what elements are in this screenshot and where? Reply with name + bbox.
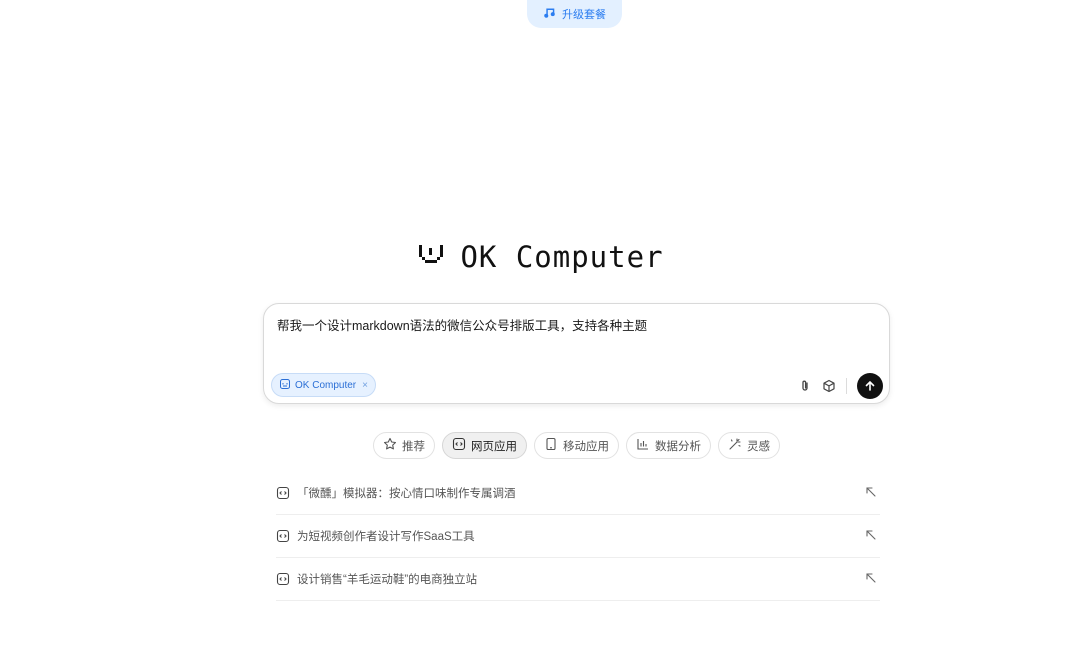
paperclip-icon[interactable] xyxy=(798,379,812,393)
prompt-input[interactable]: 帮我一个设计markdown语法的微信公众号排版工具，支持各种主题 xyxy=(277,315,647,334)
hero-logo: OK Computer xyxy=(0,237,1080,277)
suggestion-text: 「微醺」模拟器：按心情口味制作专属调酒 xyxy=(297,488,516,500)
suggestion-list: 「微醺」模拟器：按心情口味制作专属调酒 为短视频创作者设计写作SaaS工具 设计… xyxy=(276,472,880,601)
tab-mobile-app[interactable]: 移动应用 xyxy=(534,432,619,459)
code-window-icon xyxy=(276,486,290,500)
composer-tools xyxy=(798,373,883,399)
smiley-face-icon xyxy=(416,241,446,273)
divider xyxy=(846,378,847,394)
tab-label: 网页应用 xyxy=(471,440,517,453)
list-item[interactable]: 为短视频创作者设计写作SaaS工具 xyxy=(276,515,880,558)
tab-data-analysis[interactable]: 数据分析 xyxy=(626,432,711,459)
music-note-icon xyxy=(543,6,556,22)
code-window-icon xyxy=(276,572,290,586)
list-item[interactable]: 「微醺」模拟器：按心情口味制作专属调酒 xyxy=(276,472,880,515)
cube-icon[interactable] xyxy=(822,379,836,393)
suggestion-text: 设计销售“羊毛运动鞋”的电商独立站 xyxy=(297,574,478,586)
code-window-icon xyxy=(452,437,466,454)
magic-wand-icon xyxy=(728,437,742,454)
phone-icon xyxy=(544,437,558,454)
mode-chip-label: OK Computer xyxy=(295,379,357,391)
tab-label: 移动应用 xyxy=(563,440,609,453)
suggestion-text: 为短视频创作者设计写作SaaS工具 xyxy=(297,531,475,543)
arrow-up-left-icon[interactable] xyxy=(865,486,877,498)
tab-label: 推荐 xyxy=(402,440,425,453)
star-icon xyxy=(383,437,397,454)
arrow-up-icon xyxy=(865,380,875,391)
list-item[interactable]: 设计销售“羊毛运动鞋”的电商独立站 xyxy=(276,558,880,601)
prompt-composer[interactable]: 帮我一个设计markdown语法的微信公众号排版工具，支持各种主题 OK Com… xyxy=(263,303,890,404)
ok-computer-icon xyxy=(279,378,291,393)
code-window-icon xyxy=(276,529,290,543)
tab-inspiration[interactable]: 灵感 xyxy=(718,432,780,459)
close-icon[interactable]: × xyxy=(362,380,368,391)
upgrade-plan-button[interactable]: 升级套餐 xyxy=(527,0,622,28)
tab-web-app[interactable]: 网页应用 xyxy=(442,432,527,459)
bar-chart-icon xyxy=(636,437,650,454)
upgrade-plan-label: 升级套餐 xyxy=(562,8,606,21)
mode-chip[interactable]: OK Computer × xyxy=(271,373,376,397)
tab-label: 数据分析 xyxy=(655,440,701,453)
tab-recommend[interactable]: 推荐 xyxy=(373,432,435,459)
category-tabs: 推荐 网页应用 移动应用 数据分析 灵感 xyxy=(373,432,780,459)
tab-label: 灵感 xyxy=(747,440,770,453)
arrow-up-left-icon[interactable] xyxy=(865,572,877,584)
hero-title: OK Computer xyxy=(460,240,664,274)
send-button[interactable] xyxy=(857,373,883,399)
arrow-up-left-icon[interactable] xyxy=(865,529,877,541)
